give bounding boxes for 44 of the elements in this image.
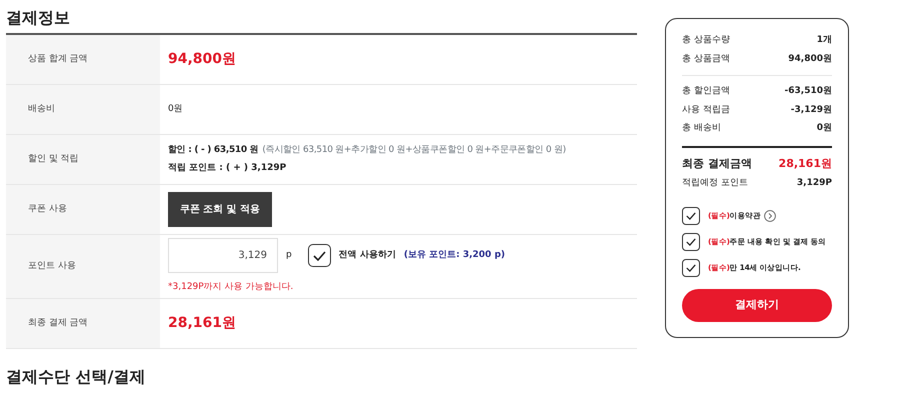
checkbox[interactable] bbox=[308, 244, 331, 268]
check-icon bbox=[312, 250, 326, 261]
check-icon bbox=[686, 264, 696, 272]
unit-label: p bbox=[286, 249, 292, 262]
summary-label: 총 배송비 bbox=[682, 122, 721, 135]
checkbox-label: 전액 사용하기 bbox=[338, 249, 396, 262]
summary-value: 0원 bbox=[816, 122, 832, 135]
discount-amount: 할인 : ( - ) 63,510 원 bbox=[168, 144, 258, 158]
summary-label: 적립예정 포인트 bbox=[682, 177, 748, 190]
earned-points: 적립 포인트 : ( + ) 3,129P bbox=[168, 162, 286, 175]
points-balance: (보유 포인트: 3,200 p) bbox=[404, 249, 505, 262]
coupon-button[interactable]: 쿠폰 조회 및 적용 bbox=[168, 192, 272, 228]
row-label: 배송비 bbox=[6, 85, 160, 134]
summary-value: -3,129원 bbox=[790, 104, 832, 116]
pay-button[interactable]: 결제하기 bbox=[682, 288, 832, 322]
points-input[interactable]: 3,129 bbox=[168, 238, 278, 274]
row-label: 포인트 사용 bbox=[6, 235, 160, 298]
summary-value: 94,800원 bbox=[788, 52, 832, 66]
section-title: 결제정보 bbox=[6, 7, 71, 29]
summary-value: 3,129P bbox=[796, 177, 832, 190]
discount-detail: (즉시할인 63,510 원+추가할인 0 원+상품쿠폰할인 0 원+주문쿠폰할인 0 원) bbox=[262, 144, 566, 158]
row-label: 쿠폰 사용 bbox=[6, 185, 160, 234]
checkbox[interactable] bbox=[682, 206, 700, 224]
row-value: 0원 bbox=[168, 102, 183, 116]
checkbox[interactable] bbox=[682, 258, 700, 276]
row-label: 할인 및 적립 bbox=[6, 135, 160, 184]
check-icon bbox=[686, 238, 696, 246]
final-label: 최종 결제금액 bbox=[682, 156, 752, 172]
amount-value: 28,161원 bbox=[168, 314, 236, 334]
final-amount: 28,161원 bbox=[778, 156, 832, 172]
summary-value: -63,510원 bbox=[784, 85, 832, 98]
summary-label: 총 상품수량 bbox=[682, 34, 730, 47]
row-label: 상품 합계 금액 bbox=[6, 35, 160, 84]
checkbox[interactable] bbox=[682, 232, 700, 250]
section-title: 결제수단 선택/결제 bbox=[6, 366, 146, 386]
summary-label: 사용 적립금 bbox=[682, 104, 730, 116]
row-label: 최종 결제 금액 bbox=[6, 299, 160, 348]
summary-value: 1개 bbox=[816, 34, 832, 47]
check-icon bbox=[686, 212, 696, 220]
points-note: *3,129P까지 사용 가능합니다. bbox=[168, 281, 294, 294]
summary-label: 총 할인금액 bbox=[682, 85, 730, 98]
amount-value: 94,800원 bbox=[168, 50, 236, 70]
chevron-right-icon[interactable] bbox=[764, 210, 776, 222]
summary-label: 총 상품금액 bbox=[682, 52, 730, 66]
